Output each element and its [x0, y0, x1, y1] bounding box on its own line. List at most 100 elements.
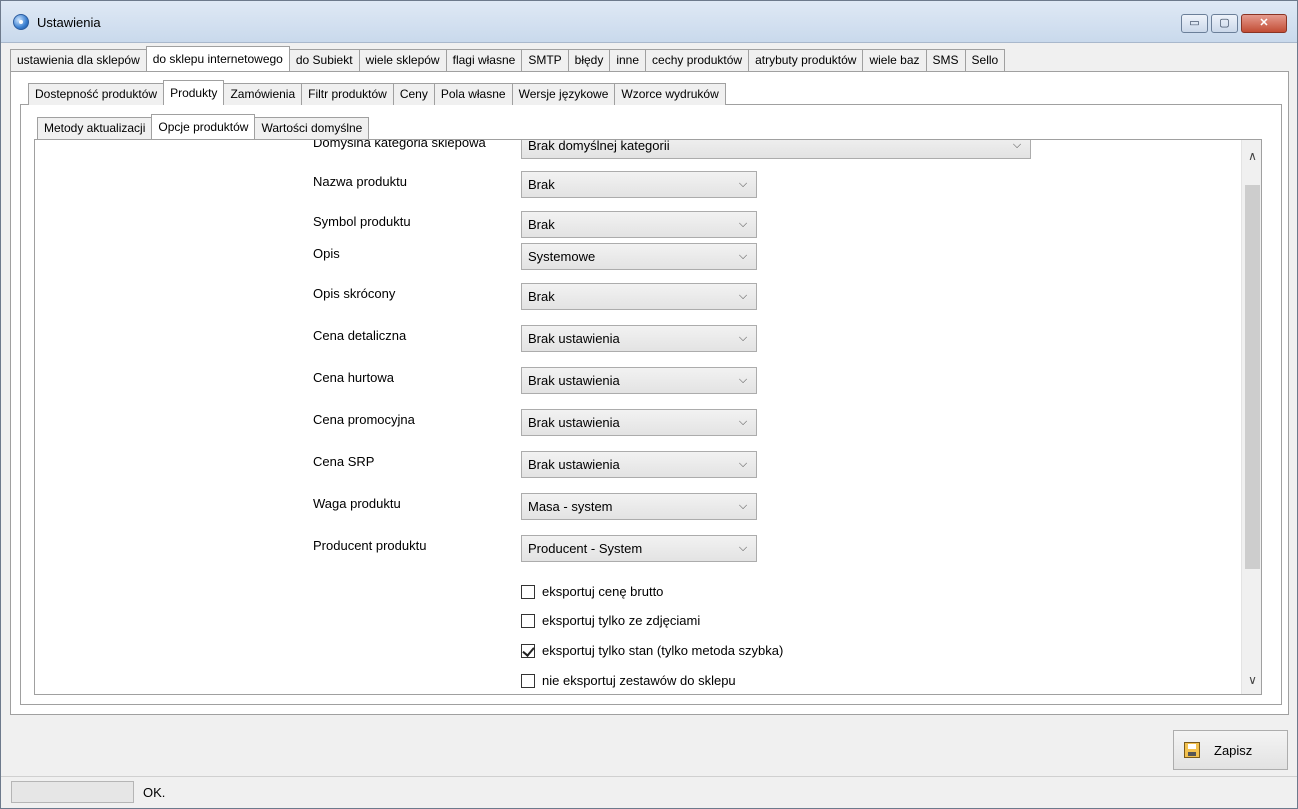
- checkbox-row[interactable]: eksportuj tylko stan (tylko metoda szybk…: [521, 643, 783, 658]
- save-button-label: Zapisz: [1214, 742, 1253, 758]
- app-icon: [13, 14, 29, 30]
- field-select[interactable]: Brak ustawienia ⌵: [521, 451, 757, 478]
- window-title: Ustawienia: [37, 15, 101, 30]
- main-tab-11[interactable]: SMS: [925, 49, 966, 71]
- title-bar: Ustawienia ▭ ▢ ✕: [1, 1, 1297, 43]
- field-select-value: Brak ustawienia: [528, 331, 620, 346]
- close-button[interactable]: ✕: [1241, 14, 1287, 33]
- field-select-value: Brak: [528, 289, 555, 304]
- checkbox-label: nie eksportuj zestawów do sklepu: [542, 673, 736, 688]
- checkbox-row[interactable]: eksportuj cenę brutto: [521, 584, 663, 599]
- checkbox[interactable]: [521, 673, 535, 688]
- section-tab-6[interactable]: Wersje językowe: [511, 83, 616, 105]
- main-tab-3[interactable]: wiele sklepów: [358, 49, 447, 71]
- field-label: Cena SRP: [313, 454, 375, 469]
- field-label: Waga produktu: [313, 496, 401, 511]
- field-label: Symbol produktu: [313, 214, 411, 229]
- section-tab-3[interactable]: Filtr produktów: [301, 83, 394, 105]
- chevron-down-icon[interactable]: ∨: [1242, 670, 1261, 690]
- chevron-down-icon: ⌵: [738, 374, 748, 386]
- field-label: Cena detaliczna: [313, 328, 407, 343]
- field-label: Nazwa produktu: [313, 174, 407, 189]
- checkbox-row[interactable]: eksportuj tylko ze zdjęciami: [521, 613, 700, 628]
- main-tab-12[interactable]: Sello: [964, 49, 1006, 71]
- product-options-panel: Domyślna kategoria sklepowa Brak domyśln…: [34, 139, 1262, 695]
- section-tab-1[interactable]: Produkty: [163, 80, 225, 105]
- form-scroll-area: Domyślna kategoria sklepowa Brak domyśln…: [35, 139, 1240, 694]
- status-progress-bar: [11, 781, 134, 803]
- chevron-down-icon: ⌵: [738, 218, 748, 230]
- scrollbar-thumb[interactable]: [1245, 185, 1260, 569]
- main-tab-5[interactable]: SMTP: [521, 49, 569, 71]
- field-select-value: Brak ustawienia: [528, 415, 620, 430]
- chevron-up-icon[interactable]: ∧: [1242, 146, 1261, 166]
- options-tab-2[interactable]: Wartości domyślne: [254, 117, 370, 139]
- field-label: Opis skrócony: [313, 286, 396, 301]
- field-select[interactable]: Brak ⌵: [521, 283, 757, 310]
- section-tab-2[interactable]: Zamówienia: [223, 83, 303, 105]
- default-category-value: Brak domyślnej kategorii: [528, 139, 670, 153]
- maximize-button[interactable]: ▢: [1211, 14, 1238, 33]
- checkbox-label: eksportuj tylko ze zdjęciami: [542, 613, 701, 628]
- main-tab-4[interactable]: flagi własne: [445, 49, 523, 71]
- field-select[interactable]: Producent - System ⌵: [521, 535, 757, 562]
- field-select[interactable]: Masa - system ⌵: [521, 493, 757, 520]
- field-label: Producent produktu: [313, 538, 427, 553]
- main-tab-8[interactable]: cechy produktów: [645, 49, 750, 71]
- minimize-button[interactable]: ▭: [1181, 14, 1208, 33]
- product-options-tabs: Metody aktualizacji Opcje produktów Wartoś…: [37, 114, 370, 139]
- main-tab-1[interactable]: do sklepu internetowego: [145, 46, 290, 71]
- checkbox-label: eksportuj cenę brutto: [542, 584, 664, 599]
- checkbox-label: eksportuj tylko stan (tylko metoda szybk…: [542, 643, 784, 658]
- settings-window: Ustawienia ▭ ▢ ✕ ustawienia dla sklepów d…: [0, 0, 1298, 809]
- status-text: OK.: [143, 785, 166, 800]
- field-select[interactable]: Brak ⌵: [521, 211, 757, 238]
- chevron-down-icon: ⌵: [738, 542, 748, 554]
- vertical-scrollbar[interactable]: ∧ ∨: [1241, 140, 1261, 694]
- main-tab-7[interactable]: inne: [609, 49, 647, 71]
- checkbox[interactable]: [521, 584, 535, 599]
- field-select[interactable]: Systemowe ⌵: [521, 243, 757, 270]
- field-select-value: Producent - System: [528, 541, 643, 556]
- main-tab-6[interactable]: błędy: [567, 49, 611, 71]
- field-select-value: Brak ustawienia: [528, 457, 620, 472]
- chevron-down-icon: ⌵: [738, 290, 748, 302]
- default-category-label: Domyślna kategoria sklepowa: [313, 139, 486, 150]
- field-label: Cena promocyjna: [313, 412, 415, 427]
- field-label: Opis: [313, 246, 340, 261]
- field-select-value: Brak ustawienia: [528, 373, 620, 388]
- section-tab-4[interactable]: Ceny: [392, 83, 435, 105]
- chevron-down-icon: ⌵: [738, 458, 748, 470]
- chevron-down-icon: ⌵: [1012, 139, 1022, 151]
- field-select-value: Brak: [528, 177, 555, 192]
- chevron-down-icon: ⌵: [738, 416, 748, 428]
- checkbox[interactable]: [521, 613, 535, 628]
- save-button[interactable]: Zapisz: [1173, 730, 1288, 770]
- section-tab-5[interactable]: Pola własne: [433, 83, 513, 105]
- field-select-value: Masa - system: [528, 499, 613, 514]
- chevron-down-icon: ⌵: [738, 250, 748, 262]
- main-tab-9[interactable]: atrybuty produktów: [748, 49, 864, 71]
- chevron-down-icon: ⌵: [738, 178, 748, 190]
- status-bar: OK.: [1, 776, 1297, 808]
- floppy-disk-icon: [1184, 742, 1200, 758]
- checkbox-row[interactable]: nie eksportuj zestawów do sklepu: [521, 673, 736, 688]
- section-tab-7[interactable]: Wzorce wydruków: [614, 83, 726, 105]
- field-select[interactable]: Brak ustawienia ⌵: [521, 367, 757, 394]
- field-select[interactable]: Brak ⌵: [521, 171, 757, 198]
- section-tab-0[interactable]: Dostepność produktów: [28, 83, 165, 105]
- default-category-select[interactable]: Brak domyślnej kategorii ⌵: [521, 139, 1031, 159]
- field-select[interactable]: Brak ustawienia ⌵: [521, 409, 757, 436]
- options-tab-1[interactable]: Opcje produktów: [151, 114, 256, 139]
- main-tabs: ustawienia dla sklepów do sklepu internet…: [10, 46, 1006, 71]
- main-tab-10[interactable]: wiele baz: [862, 49, 927, 71]
- main-tab-0[interactable]: ustawienia dla sklepów: [10, 49, 147, 71]
- field-select-value: Systemowe: [528, 249, 596, 264]
- checkbox[interactable]: [521, 643, 535, 658]
- options-tab-0[interactable]: Metody aktualizacji: [37, 117, 153, 139]
- main-tab-2[interactable]: do Subiekt: [288, 49, 360, 71]
- field-select-value: Brak: [528, 217, 555, 232]
- products-section-tabs: Dostepność produktów Produkty Zamówienia Fi…: [28, 80, 726, 105]
- chevron-down-icon: ⌵: [738, 500, 748, 512]
- field-select[interactable]: Brak ustawienia ⌵: [521, 325, 757, 352]
